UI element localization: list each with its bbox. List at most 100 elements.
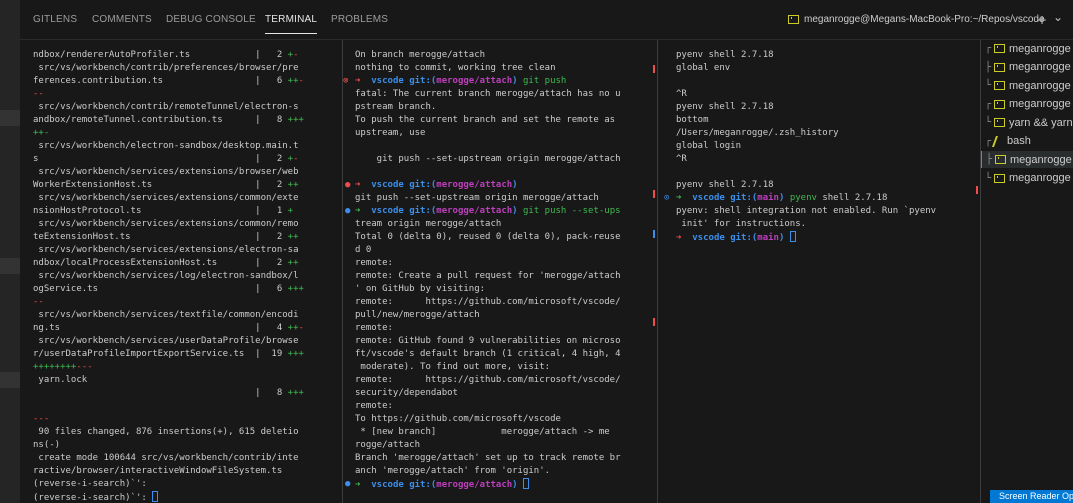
terminal-list-item[interactable]: └ yarn && yarn <box>981 114 1073 131</box>
terminal-line: On branch merogge/attach <box>355 49 485 62</box>
command-decoration-icon[interactable]: ● <box>345 478 350 491</box>
command-decoration-icon[interactable]: ● <box>345 179 350 192</box>
terminal-text: ++++++++ <box>33 362 77 372</box>
terminal-text: ➜ <box>676 193 693 203</box>
terminal-text: ns(-) <box>33 440 61 450</box>
terminal-text: - <box>293 154 299 164</box>
terminal-line: 90 files changed, 876 insertions(+), 615… <box>33 426 298 439</box>
terminal-line: remote: Create a pull request for 'merog… <box>355 270 621 283</box>
terminal-line: -- <box>33 88 44 101</box>
tab-debug-console[interactable]: DEBUG CONSOLE <box>166 14 256 25</box>
terminal-text: yarn.lock <box>33 375 88 385</box>
terminal-text: ) <box>512 180 518 190</box>
terminal-text: ) <box>512 206 523 216</box>
terminal-text: ndbox/localProcessExtensionHost.ts | 2 <box>33 258 288 268</box>
terminal-list-item[interactable]: ├ meganrogge <box>981 151 1073 168</box>
tab-comments[interactable]: COMMENTS <box>92 14 152 25</box>
screen-reader-status[interactable]: Screen Reader Optimized <box>990 490 1073 503</box>
terminal-text: create mode 100644 src/vs/workbench/cont… <box>33 453 299 463</box>
terminal-text: remote: <box>355 323 393 333</box>
terminal-line: (reverse-i-search)`': <box>33 491 159 503</box>
command-failed-icon[interactable]: ⊗ <box>343 75 348 88</box>
terminal-line: Total 0 (delta 0), reused 0 (delta 0), p… <box>355 231 621 244</box>
terminal-text: bottom <box>676 115 709 125</box>
command-decoration-icon[interactable]: ⊙ <box>664 192 669 205</box>
terminal-line: pstream branch. <box>355 101 436 114</box>
terminal-text: src/vs/workbench/contrib/remoteTunnel/el… <box>33 102 299 112</box>
terminal-text: ractive/browser/interactiveWindowFileSys… <box>33 466 283 476</box>
bash-icon <box>991 135 1005 147</box>
terminal-list-label: meganrogge <box>1009 98 1071 110</box>
terminal-text: merogge/attach <box>436 206 513 216</box>
terminal-list-item[interactable]: ┌ meganrogge <box>981 40 1073 57</box>
terminal-pane-1[interactable]: ndbox/rendererAutoProfiler.ts | 2 +- src… <box>20 40 342 503</box>
terminal-line: ndbox/rendererAutoProfiler.ts | 2 +- <box>33 49 299 62</box>
terminal-text: pyenv: shell integration not enabled. Ru… <box>676 206 937 216</box>
terminal-list-label: bash <box>1007 135 1031 147</box>
add-terminal-icon[interactable]: + <box>1037 13 1047 27</box>
terminal-pane-2[interactable]: On branch merogge/attach nothing to commi… <box>343 40 657 503</box>
terminal-text: remote: GitHub found 9 vulnerabilities o… <box>355 336 621 346</box>
terminal-text: nsionHostProtocol.ts | 1 <box>33 206 288 216</box>
terminal-line: src/vs/workbench/services/extensions/ele… <box>33 244 299 257</box>
terminal-text: remote: https://github.com/microsoft/vsc… <box>355 297 621 307</box>
command-decoration-icon[interactable]: ● <box>345 205 350 218</box>
terminal-text: upstream, use <box>355 128 426 138</box>
terminal-line: To push the current branch and set the r… <box>355 114 615 127</box>
terminal-line: teExtensionHost.ts | 2 ++ <box>33 231 299 244</box>
terminal-icon <box>994 81 1005 90</box>
terminal-text: -- <box>33 89 44 99</box>
terminal-list-label: meganrogge <box>1009 61 1071 73</box>
terminal-line: create mode 100644 src/vs/workbench/cont… <box>33 452 299 465</box>
terminal-list-item[interactable]: ┌ bash <box>981 133 1073 150</box>
terminal-text: To https://github.com/microsoft/vscode <box>355 414 561 424</box>
tree-connector: ┌ <box>984 43 991 54</box>
tab-terminal[interactable]: TERMINAL <box>265 14 318 34</box>
terminal-text: s | 2 <box>33 154 288 164</box>
terminal-text: ng.ts | 4 <box>33 323 288 333</box>
terminal-text: tream origin merogge/attach <box>355 219 502 229</box>
terminal-text: +++ <box>287 349 304 359</box>
strip-marker <box>0 372 20 388</box>
tree-connector: ├ <box>984 61 991 73</box>
terminal-list-item[interactable]: ┌ meganrogge <box>981 96 1073 113</box>
terminal-line: pyenv shell 2.7.18 <box>676 49 774 62</box>
terminal-text: remote: <box>355 401 393 411</box>
terminal-line: nothing to commit, working tree clean <box>355 62 555 75</box>
terminal-list-item[interactable]: └ meganrogge <box>981 77 1073 94</box>
terminal-line: src/vs/workbench/services/extensions/com… <box>33 218 298 231</box>
left-activity-strip <box>0 0 20 503</box>
terminal-text: git push --set-upstream origin merogge/a… <box>355 193 599 203</box>
terminal-text: src/vs/workbench/services/extensions/ele… <box>33 245 299 255</box>
terminal-text: src/vs/workbench/services/extensions/com… <box>33 193 299 203</box>
terminal-text: ➜ <box>676 233 693 243</box>
terminal-list-item[interactable]: ├ meganrogge <box>981 59 1073 76</box>
terminal-text: Branch 'merogge/attach' set up to track … <box>355 453 621 463</box>
terminal-line: /Users/meganrogge/.zsh_history <box>676 127 839 140</box>
tab-problems[interactable]: PROBLEMS <box>331 14 388 25</box>
terminal-icon <box>994 44 1005 53</box>
terminal-line: remote: https://github.com/microsoft/vsc… <box>355 374 621 387</box>
terminal-text: global login <box>676 141 742 151</box>
terminal-line: rogge/attach <box>355 439 420 452</box>
terminal-pane-3[interactable]: pyenv shell 2.7.18 global env ^R pyenv shel… <box>658 40 980 503</box>
terminal-text: rogge/attach <box>355 440 421 450</box>
terminal-line: anch 'merogge/attach' from 'origin'. <box>355 465 550 478</box>
terminal-text: d 0 <box>355 245 372 255</box>
terminal-line: ++++++++--- <box>33 361 93 374</box>
tab-gitlens[interactable]: GITLENS <box>33 14 77 25</box>
terminal-title[interactable]: meganrogge@Megans-MacBook-Pro:~/Repos/vs… <box>788 14 1045 25</box>
terminal-text: ) <box>512 480 523 490</box>
terminal-icon <box>995 155 1006 164</box>
terminal-text: ➜ <box>355 206 372 216</box>
tree-connector: └ <box>984 80 991 91</box>
terminal-line: nsionHostProtocol.ts | 1 + <box>33 205 293 218</box>
terminal-text: init' for instructions. <box>676 219 807 229</box>
terminal-line: src/vs/workbench/contrib/preferences/bro… <box>33 62 298 75</box>
terminal-text: remote: Create a pull request for 'merog… <box>355 271 621 281</box>
terminal-list-item[interactable]: └ meganrogge <box>981 170 1073 187</box>
terminal-text: pyenv shell 2.7.18 <box>676 180 774 190</box>
terminal-icon <box>994 99 1005 109</box>
terminal-line: Branch 'merogge/attach' set up to track … <box>355 452 621 465</box>
chevron-down-icon[interactable]: ⌄ <box>1053 10 1063 24</box>
